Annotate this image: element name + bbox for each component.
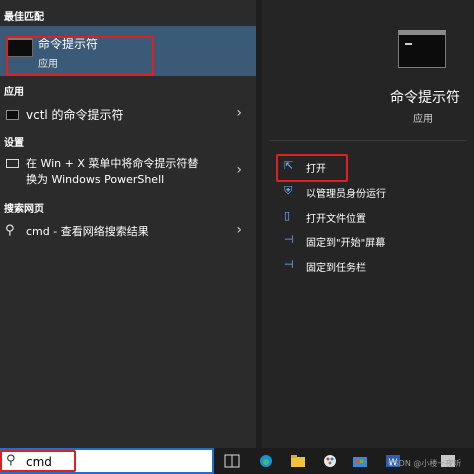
screen: 最佳匹配 命令提示符 应用 应用 vctl 的命令提示符 › 设置 在 Win … <box>0 0 474 474</box>
task-view-icon[interactable] <box>224 454 240 468</box>
web-search-label: cmd - 查看网络搜索结果 <box>26 225 149 238</box>
chevron-right-icon[interactable]: › <box>236 105 242 121</box>
settings-result-line1: 在 Win + X 菜单中将命令提示符替 <box>26 157 199 170</box>
chevron-right-icon[interactable]: › <box>236 222 242 238</box>
apps-header: 应用 <box>4 87 24 98</box>
command-prompt-icon <box>6 110 19 120</box>
app-result-label: vctl 的命令提示符 <box>26 108 124 122</box>
action-open-label: 打开 <box>306 164 326 175</box>
file-explorer-icon[interactable] <box>290 454 306 468</box>
web-search-header: 搜索网页 <box>4 204 44 215</box>
settings-result-line2: 换为 Windows PowerShell <box>26 173 165 186</box>
pin-to-taskbar-icon: ⊣ <box>284 258 294 271</box>
action-pin-to-start[interactable]: ⊣ 固定到"开始"屏幕 <box>280 231 460 251</box>
monitor-icon <box>6 159 19 168</box>
edge-icon[interactable] <box>258 454 274 468</box>
action-open[interactable]: ⇱ 打开 <box>280 157 460 177</box>
web-search-result[interactable]: ⚲ cmd - 查看网络搜索结果 › <box>0 220 256 244</box>
settings-header: 设置 <box>4 138 24 149</box>
store-icon[interactable] <box>352 454 368 468</box>
command-prompt-icon <box>398 30 446 68</box>
action-run-as-admin-label: 以管理员身份运行 <box>306 189 386 200</box>
command-prompt-icon <box>7 37 33 57</box>
taskbar-search-box[interactable]: ⚲ cmd <box>0 448 214 474</box>
settings-result[interactable]: 在 Win + X 菜单中将命令提示符替 换为 Windows PowerShe… <box>0 152 256 192</box>
best-match-item[interactable]: 命令提示符 应用 <box>0 26 256 76</box>
chevron-right-icon[interactable]: › <box>236 162 242 178</box>
divider <box>270 140 466 141</box>
best-match-title: 命令提示符 <box>38 37 99 51</box>
best-match-header: 最佳匹配 <box>4 12 44 23</box>
open-file-location-icon: ▯ <box>284 209 291 222</box>
action-open-file-location-label: 打开文件位置 <box>306 214 366 225</box>
action-pin-to-taskbar-label: 固定到任务栏 <box>306 263 366 274</box>
search-icon: ⚲ <box>6 453 16 468</box>
open-icon: ⇱ <box>284 159 294 172</box>
search-icon: ⚲ <box>5 223 15 238</box>
details-app-type: 应用 <box>413 114 433 125</box>
best-match-subtitle: 应用 <box>38 59 58 70</box>
app-result-vctl[interactable]: vctl 的命令提示符 › <box>0 102 256 128</box>
action-run-as-admin[interactable]: ⛨ 以管理员身份运行 <box>280 182 460 202</box>
run-as-admin-icon: ⛨ <box>284 184 293 197</box>
details-app-name: 命令提示符 <box>390 90 460 106</box>
paint-icon[interactable] <box>322 454 338 468</box>
search-input[interactable]: cmd <box>26 455 52 469</box>
action-pin-to-start-label: 固定到"开始"屏幕 <box>306 238 386 249</box>
taskbar: ⚲ cmd W CSDN @小楼一夜听 <box>0 448 474 474</box>
search-results-pane: 最佳匹配 命令提示符 应用 应用 vctl 的命令提示符 › 设置 在 Win … <box>0 0 256 448</box>
pin-to-start-icon: ⊣ <box>284 233 294 246</box>
action-pin-to-taskbar[interactable]: ⊣ 固定到任务栏 <box>280 256 460 276</box>
action-open-file-location[interactable]: ▯ 打开文件位置 <box>280 207 460 227</box>
watermark: CSDN @小楼一夜听 <box>388 459 462 468</box>
